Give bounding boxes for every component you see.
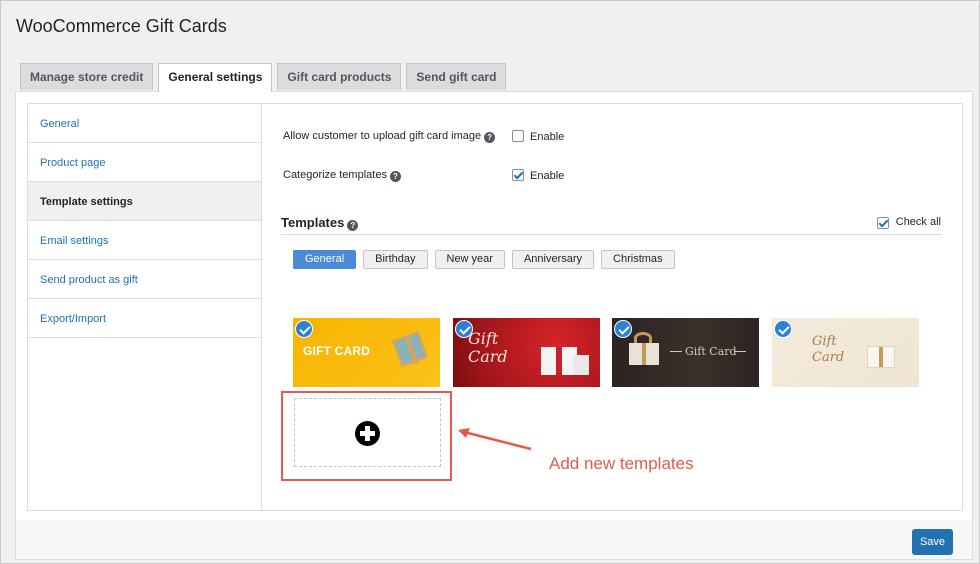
gift-box-icon bbox=[629, 343, 659, 365]
arrow-shaft bbox=[463, 430, 532, 451]
divider bbox=[734, 351, 746, 352]
selected-check-icon[interactable] bbox=[614, 320, 632, 338]
save-button[interactable]: Save bbox=[912, 529, 953, 555]
category-christmas[interactable]: Christmas bbox=[601, 250, 675, 269]
categorize-setting: Categorize templates? Enable bbox=[283, 167, 943, 183]
category-anniversary[interactable]: Anniversary bbox=[511, 250, 595, 269]
check-all-label: Check all bbox=[895, 216, 941, 228]
divider bbox=[670, 351, 682, 352]
help-icon[interactable]: ? bbox=[347, 220, 359, 231]
upload-image-setting: Allow customer to upload gift card image… bbox=[283, 128, 943, 144]
help-icon[interactable]: ? bbox=[389, 171, 401, 182]
template-card[interactable]: Gift Card bbox=[772, 318, 919, 387]
help-icon[interactable]: ? bbox=[484, 132, 496, 143]
gift-box-icon bbox=[541, 347, 577, 375]
gift-box-icon bbox=[392, 331, 428, 367]
category-birthday[interactable]: Birthday bbox=[363, 250, 428, 269]
tab-send-gift-card[interactable]: Send gift card bbox=[406, 63, 507, 90]
annotation-text: Add new templates bbox=[549, 454, 694, 473]
categorize-enable-label: Enable bbox=[530, 170, 565, 182]
sidebar-item-export-import[interactable]: Export/Import bbox=[28, 299, 261, 338]
selected-check-icon[interactable] bbox=[774, 320, 792, 338]
categorize-checkbox[interactable] bbox=[512, 169, 524, 181]
settings-tabs: Manage store credit General settings Gif… bbox=[20, 63, 511, 92]
tab-manage-store-credit[interactable]: Manage store credit bbox=[20, 63, 154, 90]
template-settings-content: Allow customer to upload gift card image… bbox=[262, 103, 963, 511]
add-template-highlight bbox=[281, 391, 452, 481]
category-general[interactable]: General bbox=[293, 250, 357, 269]
gift-box-icon bbox=[573, 355, 589, 375]
settings-panel: General Product page Template settings E… bbox=[15, 91, 973, 521]
templates-header: Templates? Check all bbox=[281, 215, 941, 235]
check-all-checkbox[interactable] bbox=[877, 217, 889, 229]
add-template-button[interactable] bbox=[294, 398, 441, 467]
upload-image-checkbox[interactable] bbox=[512, 130, 524, 142]
template-card[interactable]: GIFT CARD bbox=[293, 318, 440, 387]
sidebar-item-email-settings[interactable]: Email settings bbox=[28, 221, 261, 260]
gift-box-icon bbox=[867, 346, 895, 368]
tab-general-settings[interactable]: General settings bbox=[158, 63, 273, 92]
template-category-filter: General Birthday New year Anniversary Ch… bbox=[293, 250, 682, 270]
sidebar-item-send-product-as-gift[interactable]: Send product as gift bbox=[28, 260, 261, 299]
annotation-arrow-icon bbox=[458, 428, 532, 451]
template-card-text: GIFT CARD bbox=[303, 344, 371, 358]
template-card-text: Gift Card bbox=[812, 334, 845, 365]
templates-title: Templates? bbox=[281, 215, 359, 231]
upload-image-enable-label: Enable bbox=[530, 131, 565, 143]
tab-gift-card-products[interactable]: Gift card products bbox=[277, 63, 402, 90]
categorize-label: Categorize templates? bbox=[283, 167, 401, 183]
settings-footer: Save bbox=[15, 520, 973, 560]
upload-image-label: Allow customer to upload gift card image… bbox=[283, 128, 496, 144]
settings-sidebar: General Product page Template settings E… bbox=[27, 103, 262, 511]
plus-icon bbox=[355, 421, 380, 446]
template-card[interactable]: Gift Card bbox=[612, 318, 759, 387]
selected-check-icon[interactable] bbox=[295, 320, 313, 338]
selected-check-icon[interactable] bbox=[455, 320, 473, 338]
template-card[interactable]: Gift Card bbox=[453, 318, 600, 387]
sidebar-item-product-page[interactable]: Product page bbox=[28, 143, 261, 182]
page-title: WooCommerce Gift Cards bbox=[16, 16, 227, 36]
template-card-text: Gift Card bbox=[685, 345, 737, 358]
category-new-year[interactable]: New year bbox=[434, 250, 505, 269]
template-card-text: Gift Card bbox=[468, 329, 508, 366]
sidebar-item-template-settings[interactable]: Template settings bbox=[28, 182, 261, 221]
sidebar-item-general[interactable]: General bbox=[28, 104, 261, 143]
